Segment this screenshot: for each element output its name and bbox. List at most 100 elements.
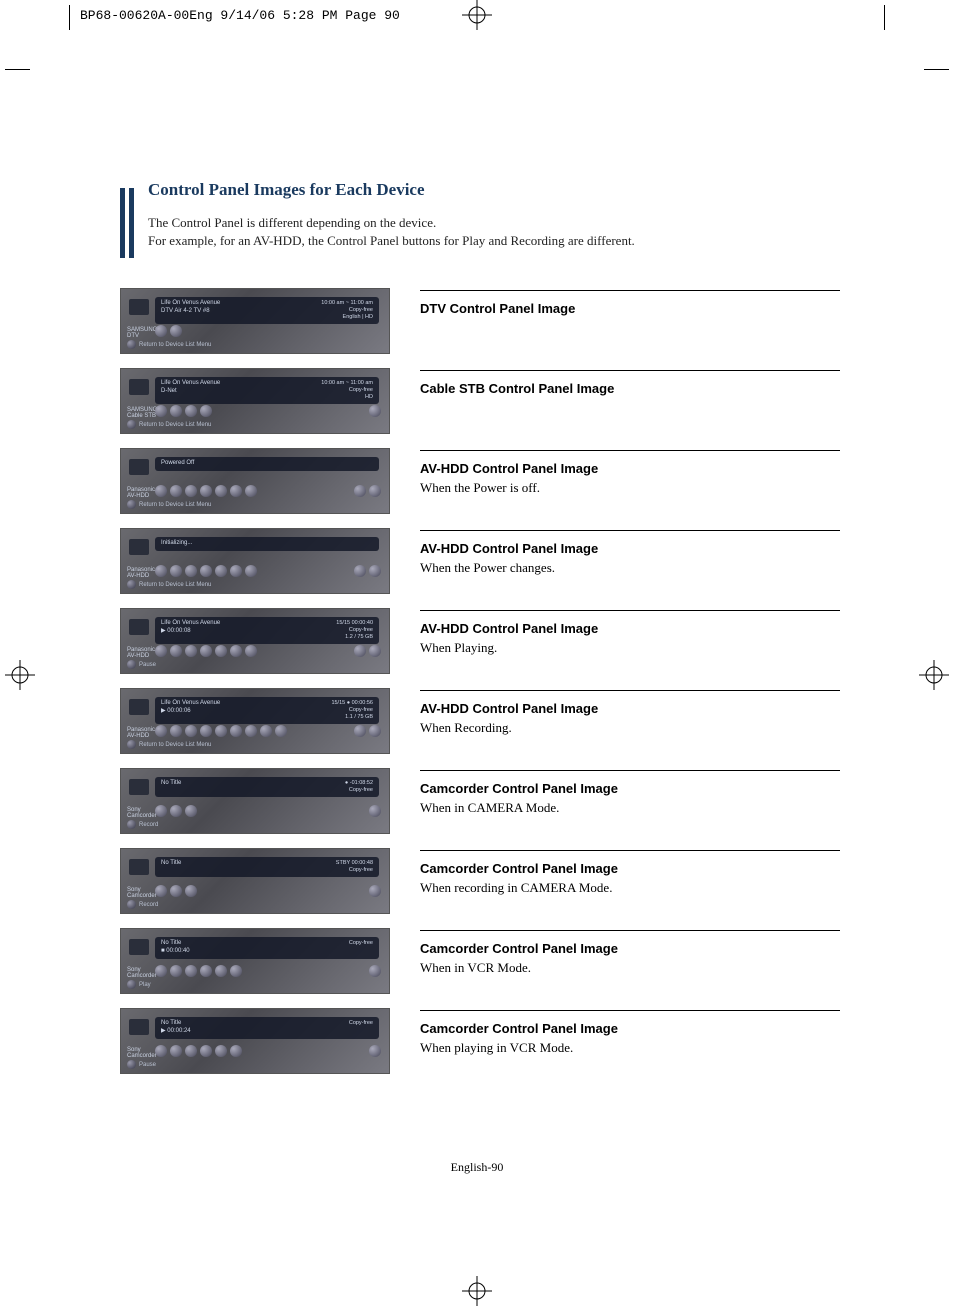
transport-button[interactable]	[170, 485, 182, 497]
transport-button[interactable]	[170, 565, 182, 577]
osd-footer: Return to Device List Menu	[127, 580, 211, 589]
aux-button[interactable]	[369, 805, 381, 817]
transport-button[interactable]	[170, 645, 182, 657]
transport-button[interactable]	[185, 645, 197, 657]
aux-button[interactable]	[354, 725, 366, 737]
footer-button-icon[interactable]	[127, 580, 136, 589]
transport-button[interactable]	[215, 1045, 227, 1057]
section-description: When in VCR Mode.	[420, 960, 840, 976]
section-description: When playing in VCR Mode.	[420, 1040, 840, 1056]
footer-button-icon[interactable]	[127, 500, 136, 509]
transport-button[interactable]	[200, 565, 212, 577]
device-label: SAMSUNGCable STB	[127, 407, 157, 419]
transport-button[interactable]	[215, 965, 227, 977]
transport-button[interactable]	[215, 485, 227, 497]
osd-copy-status: Copy-free	[336, 627, 373, 634]
transport-button[interactable]	[170, 885, 182, 897]
footer-button-icon[interactable]	[127, 900, 136, 909]
aux-button[interactable]	[369, 405, 381, 417]
transport-button[interactable]	[155, 645, 167, 657]
section-description: When in CAMERA Mode.	[420, 800, 840, 816]
footer-button-icon[interactable]	[127, 980, 136, 989]
transport-button[interactable]	[245, 485, 257, 497]
transport-button[interactable]	[155, 1045, 167, 1057]
aux-button[interactable]	[354, 645, 366, 657]
transport-button[interactable]	[275, 725, 287, 737]
transport-button[interactable]	[170, 725, 182, 737]
transport-button[interactable]	[245, 725, 257, 737]
transport-button[interactable]	[230, 565, 242, 577]
device-label: PanasonicAV-HDD	[127, 647, 155, 659]
aux-button[interactable]	[369, 725, 381, 737]
transport-button[interactable]	[230, 1045, 242, 1057]
transport-button[interactable]	[200, 645, 212, 657]
transport-button[interactable]	[260, 725, 272, 737]
footer-button-icon[interactable]	[127, 660, 136, 669]
osd-footer: Record	[127, 900, 158, 909]
transport-button[interactable]	[215, 645, 227, 657]
transport-button[interactable]	[185, 565, 197, 577]
osd-overlay: Life On Venus Avenue▶ 00:00:0615/15 ● 00…	[155, 697, 379, 724]
transport-button[interactable]	[170, 325, 182, 337]
aux-button[interactable]	[369, 965, 381, 977]
transport-button[interactable]	[185, 485, 197, 497]
page-number: English-90	[0, 1160, 954, 1175]
transport-button[interactable]	[200, 405, 212, 417]
transport-button[interactable]	[155, 485, 167, 497]
crop-mark	[58, 5, 70, 30]
transport-button[interactable]	[155, 885, 167, 897]
transport-button[interactable]	[230, 645, 242, 657]
transport-button[interactable]	[155, 725, 167, 737]
transport-button[interactable]	[155, 325, 167, 337]
page-title: Control Panel Images for Each Device	[148, 180, 635, 200]
section-text: AV-HDD Control Panel ImageWhen the Power…	[420, 448, 840, 496]
transport-button[interactable]	[155, 565, 167, 577]
footer-button-icon[interactable]	[127, 340, 136, 349]
aux-button[interactable]	[369, 1045, 381, 1057]
right-button-group	[354, 485, 381, 497]
device-icon	[129, 859, 149, 875]
transport-button[interactable]	[245, 645, 257, 657]
osd-title: Powered Off	[161, 460, 194, 468]
transport-button[interactable]	[230, 965, 242, 977]
transport-button[interactable]	[185, 965, 197, 977]
transport-button[interactable]	[245, 565, 257, 577]
aux-button[interactable]	[354, 485, 366, 497]
transport-button[interactable]	[215, 565, 227, 577]
aux-button[interactable]	[354, 565, 366, 577]
transport-button[interactable]	[170, 405, 182, 417]
transport-button[interactable]	[185, 805, 197, 817]
transport-button[interactable]	[170, 965, 182, 977]
control-panel-image: Life On Venus AvenueDTV Air 4-2 TV #810:…	[120, 288, 390, 354]
aux-button[interactable]	[369, 565, 381, 577]
transport-button[interactable]	[185, 1045, 197, 1057]
transport-button[interactable]	[200, 725, 212, 737]
transport-button[interactable]	[200, 1045, 212, 1057]
transport-button[interactable]	[170, 805, 182, 817]
transport-button[interactable]	[230, 725, 242, 737]
footer-button-icon[interactable]	[127, 1060, 136, 1069]
osd-subtitle: DTV Air 4-2 TV #8	[161, 308, 220, 316]
transport-button[interactable]	[230, 485, 242, 497]
transport-button[interactable]	[185, 405, 197, 417]
section-heading: AV-HDD Control Panel Image	[420, 541, 840, 556]
aux-button[interactable]	[369, 885, 381, 897]
osd-overlay: Life On Venus AvenueD-Net10:00 am ~ 11:0…	[155, 377, 379, 404]
footer-button-icon[interactable]	[127, 420, 136, 429]
device-label: PanasonicAV-HDD	[127, 567, 155, 579]
section-heading: AV-HDD Control Panel Image	[420, 621, 840, 636]
footer-button-icon[interactable]	[127, 820, 136, 829]
aux-button[interactable]	[369, 485, 381, 497]
footer-button-icon[interactable]	[127, 740, 136, 749]
aux-button[interactable]	[369, 645, 381, 657]
transport-button[interactable]	[185, 885, 197, 897]
transport-button[interactable]	[185, 725, 197, 737]
transport-button[interactable]	[155, 405, 167, 417]
transport-button[interactable]	[200, 485, 212, 497]
transport-button[interactable]	[215, 725, 227, 737]
transport-button[interactable]	[170, 1045, 182, 1057]
transport-button[interactable]	[155, 965, 167, 977]
osd-title: No Title	[161, 940, 190, 948]
transport-button[interactable]	[155, 805, 167, 817]
transport-button[interactable]	[200, 965, 212, 977]
